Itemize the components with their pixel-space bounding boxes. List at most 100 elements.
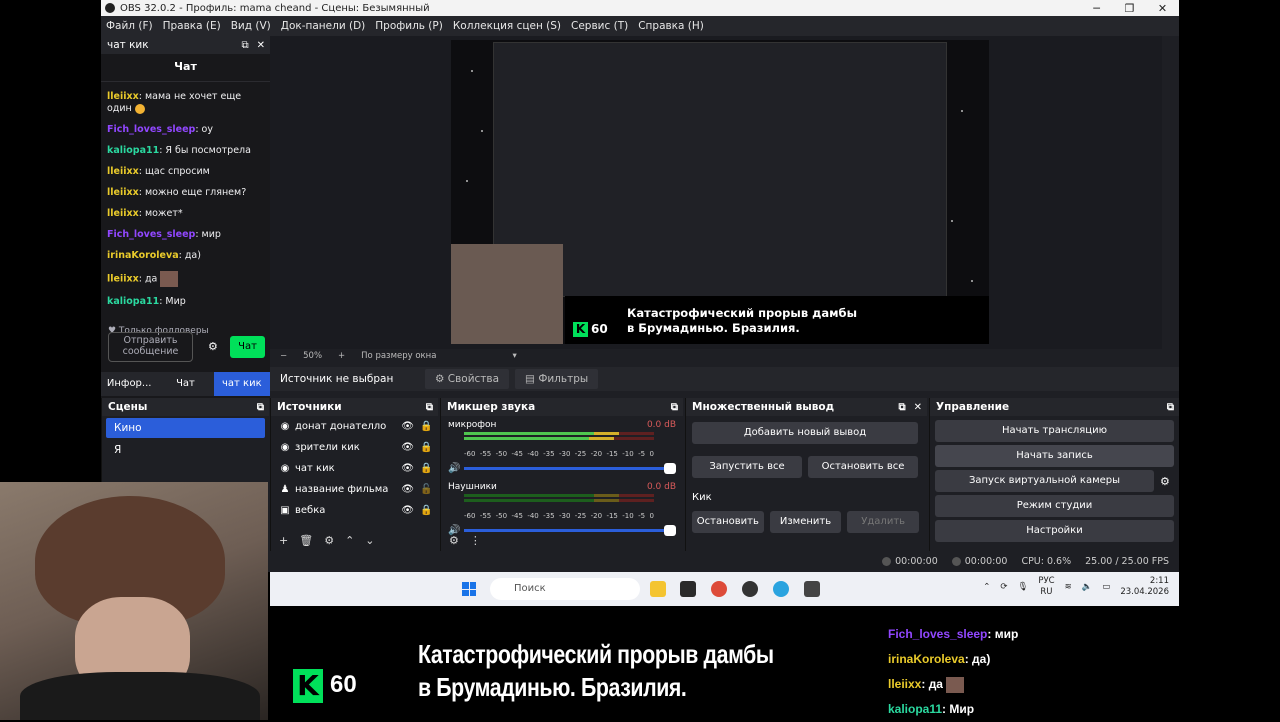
settings-button[interactable]: Настройки bbox=[935, 520, 1174, 542]
add-icon[interactable]: + bbox=[279, 534, 288, 547]
menu-docks[interactable]: Док-панели (D) bbox=[276, 20, 371, 32]
undock-icon[interactable]: ⧉ bbox=[1167, 402, 1174, 413]
undock-icon[interactable]: ⧉ bbox=[898, 402, 905, 413]
filters-button[interactable]: ▤ Фильтры bbox=[515, 369, 599, 389]
telegram-icon[interactable] bbox=[773, 581, 789, 597]
chat-user[interactable]: irinaKoroleva bbox=[107, 250, 179, 261]
tray-chevron-icon[interactable]: ⌃ bbox=[983, 582, 990, 592]
source-item[interactable]: ◉ зрители кик 👁 🔒 bbox=[271, 437, 438, 458]
lock-icon[interactable]: 🔒 bbox=[420, 421, 438, 432]
close-dock-icon[interactable]: ✕ bbox=[914, 402, 922, 413]
edit-output-button[interactable]: Изменить bbox=[769, 511, 842, 533]
chat-settings-icon[interactable]: ⚙ bbox=[208, 340, 218, 353]
move-up-icon[interactable]: ⌃ bbox=[345, 534, 354, 547]
source-item[interactable]: ▣ вебка 👁 🔒 bbox=[271, 500, 438, 521]
unlock-icon[interactable]: 🔓 bbox=[420, 484, 438, 495]
undock-icon[interactable]: ⧉ bbox=[257, 402, 264, 413]
menu-file[interactable]: Файл (F) bbox=[101, 20, 158, 32]
wifi-icon[interactable]: ≋ bbox=[1065, 582, 1072, 592]
obs-taskbar-icon[interactable] bbox=[742, 581, 758, 597]
gear-icon[interactable]: ⚙ bbox=[324, 534, 334, 547]
overlay-chat-user: Fich_loves_sleep bbox=[888, 627, 988, 641]
zoom-in-icon[interactable]: + bbox=[338, 351, 345, 361]
tab-info[interactable]: Инфор... bbox=[101, 372, 157, 396]
chat-user[interactable]: lleiixx bbox=[107, 166, 139, 177]
clock[interactable]: 2:11 23.04.2026 bbox=[1120, 576, 1169, 598]
close-dock-icon[interactable]: ✕ bbox=[257, 40, 265, 51]
file-explorer-icon[interactable] bbox=[650, 581, 666, 597]
mic-icon[interactable]: 🎙 bbox=[1018, 582, 1029, 592]
trash-icon[interactable]: 🗑 bbox=[299, 534, 313, 547]
sync-icon[interactable]: ⟳ bbox=[1000, 582, 1007, 592]
source-item[interactable]: ◉ чат кик 👁 🔒 bbox=[271, 458, 438, 479]
undock-icon[interactable]: ⧉ bbox=[671, 402, 678, 413]
properties-button[interactable]: ⚙ Свойства bbox=[425, 369, 510, 389]
slider-handle[interactable] bbox=[664, 463, 676, 474]
lock-icon[interactable]: 🔒 bbox=[420, 442, 438, 453]
terminal-icon[interactable] bbox=[804, 581, 820, 597]
eye-icon[interactable]: 👁 bbox=[401, 484, 414, 495]
chat-user[interactable]: Fich_loves_sleep bbox=[107, 229, 195, 240]
lock-icon[interactable]: 🔒 bbox=[420, 463, 438, 474]
source-item[interactable]: ♟ название фильма 👁 🔓 bbox=[271, 479, 438, 500]
scene-item[interactable]: Кино bbox=[106, 418, 265, 438]
menu-help[interactable]: Справка (H) bbox=[633, 20, 709, 32]
language-indicator[interactable]: РУС RU bbox=[1038, 576, 1054, 598]
minimize-icon[interactable]: ─ bbox=[1080, 2, 1113, 15]
virtual-camera-button[interactable]: Запуск виртуальной камеры bbox=[935, 470, 1154, 492]
menu-edit[interactable]: Правка (E) bbox=[158, 20, 226, 32]
chevron-down-icon[interactable]: ▾ bbox=[512, 351, 516, 361]
undock-icon[interactable]: ⧉ bbox=[426, 402, 433, 413]
scene-item[interactable]: Я bbox=[106, 440, 265, 460]
battery-icon[interactable]: ▭ bbox=[1102, 582, 1110, 592]
volume-slider[interactable] bbox=[464, 463, 676, 474]
chat-user[interactable]: lleiixx bbox=[107, 208, 139, 219]
studio-mode-button[interactable]: Режим студии bbox=[935, 495, 1174, 517]
tab-chat[interactable]: Чат bbox=[157, 372, 213, 396]
start-all-button[interactable]: Запустить все bbox=[692, 456, 802, 478]
stop-all-button[interactable]: Остановить все bbox=[808, 456, 918, 478]
start-record-button[interactable]: Начать запись bbox=[935, 445, 1174, 467]
add-output-button[interactable]: Добавить новый вывод bbox=[692, 422, 918, 444]
chat-input[interactable]: Отправить сообщение bbox=[108, 332, 193, 362]
chat-send-button[interactable]: Чат bbox=[230, 336, 265, 358]
tab-kick-chat[interactable]: чат кик bbox=[213, 372, 270, 396]
windows-start-icon[interactable] bbox=[462, 582, 476, 596]
chat-user[interactable]: lleiixx bbox=[107, 274, 139, 285]
maximize-icon[interactable]: ❐ bbox=[1113, 2, 1146, 15]
taskbar-search[interactable]: Поиск bbox=[490, 578, 640, 600]
chat-user[interactable]: lleiixx bbox=[107, 91, 139, 102]
chrome-icon[interactable] bbox=[711, 581, 727, 597]
zoom-out-icon[interactable]: − bbox=[280, 351, 287, 361]
undock-icon[interactable]: ⧉ bbox=[241, 40, 248, 51]
volume-icon[interactable]: 🔈 bbox=[1082, 582, 1093, 592]
close-icon[interactable]: ✕ bbox=[1146, 2, 1179, 15]
move-down-icon[interactable]: ⌄ bbox=[365, 534, 374, 547]
volume-slider[interactable] bbox=[464, 525, 676, 536]
eye-icon[interactable]: 👁 bbox=[401, 463, 414, 474]
chat-user[interactable]: kaliopa11 bbox=[107, 145, 159, 156]
menu-profile[interactable]: Профиль (P) bbox=[370, 20, 448, 32]
chat-user[interactable]: lleiixx bbox=[107, 187, 139, 198]
app-icon[interactable] bbox=[680, 581, 696, 597]
slider-handle[interactable] bbox=[664, 525, 676, 536]
stop-output-button[interactable]: Остановить bbox=[692, 511, 764, 533]
menu-scene-collection[interactable]: Коллекция сцен (S) bbox=[448, 20, 566, 32]
preview-canvas[interactable]: K 60 Катастрофический прорыв дамбы в Бру… bbox=[451, 40, 989, 344]
chat-user[interactable]: kaliopa11 bbox=[107, 296, 159, 307]
menu-view[interactable]: Вид (V) bbox=[226, 20, 276, 32]
eye-icon[interactable]: 👁 bbox=[401, 505, 414, 516]
menu-tools[interactable]: Сервис (T) bbox=[566, 20, 633, 32]
speaker-icon[interactable]: 🔊 bbox=[448, 463, 464, 474]
virtual-camera-settings-icon[interactable]: ⚙ bbox=[1160, 475, 1174, 488]
chat-user[interactable]: Fich_loves_sleep bbox=[107, 124, 195, 135]
delete-output-button[interactable]: Удалить bbox=[847, 511, 920, 533]
source-item[interactable]: ◉ донат донателло 👁 🔒 bbox=[271, 416, 438, 437]
fit-select[interactable]: По размеру окна bbox=[361, 351, 436, 361]
lock-icon[interactable]: 🔒 bbox=[420, 505, 438, 516]
audio-settings-icon[interactable]: ⚙ bbox=[449, 534, 459, 547]
start-stream-button[interactable]: Начать трансляцию bbox=[935, 420, 1174, 442]
eye-icon[interactable]: 👁 bbox=[401, 421, 414, 432]
eye-icon[interactable]: 👁 bbox=[401, 442, 414, 453]
more-icon[interactable]: ⋮ bbox=[470, 534, 481, 547]
